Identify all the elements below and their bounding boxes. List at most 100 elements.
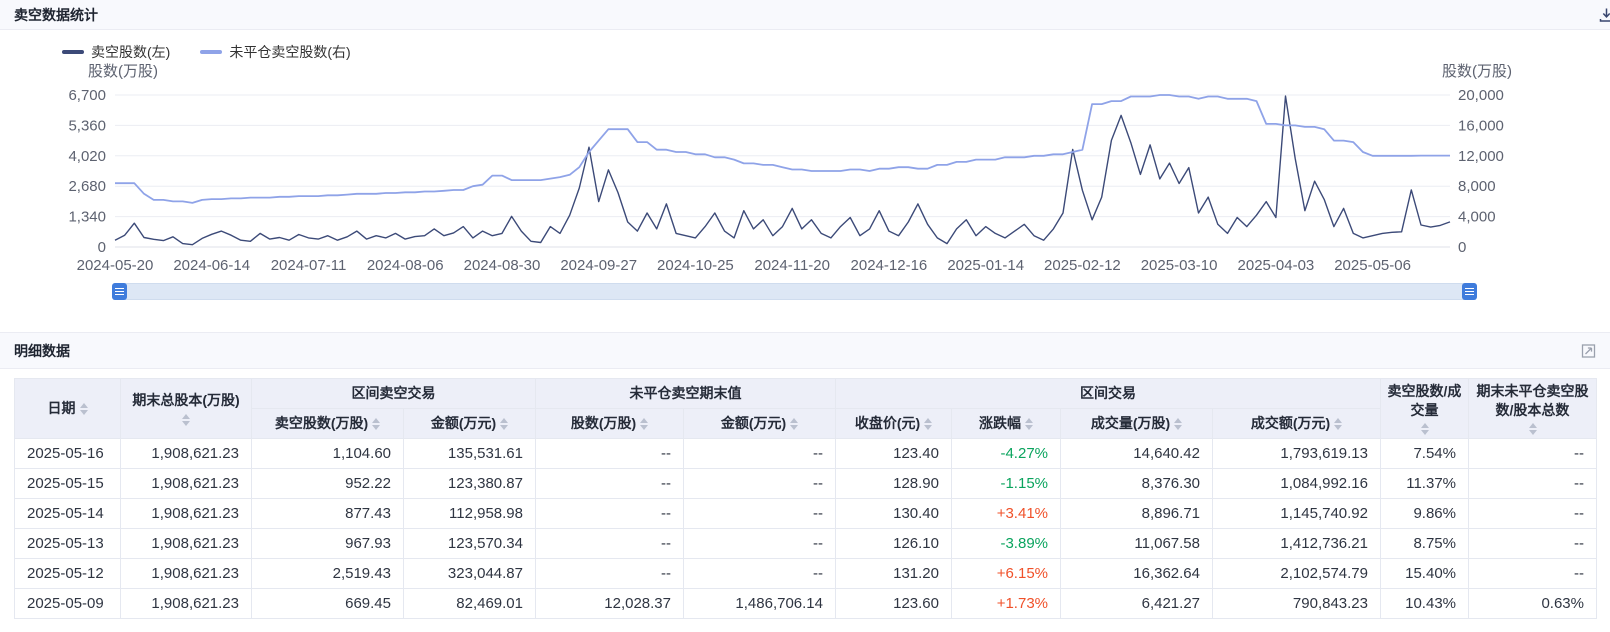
col-header-turnover[interactable]: 成交额(万元)	[1213, 409, 1381, 439]
cell-volume: 11,067.58	[1061, 529, 1213, 559]
cell-short_to_volume: 15.40%	[1381, 559, 1469, 589]
cell-turnover: 790,843.23	[1213, 589, 1381, 619]
cell-change_pct: +1.73%	[952, 589, 1061, 619]
sort-icon[interactable]	[372, 418, 380, 430]
detail-table: 日期期末总股本(万股)区间卖空交易未平仓卖空期末值区间交易卖空股数/成交量期末未…	[14, 378, 1597, 619]
cell-date: 2025-05-09	[15, 589, 121, 619]
x-axis-tick-label: 2024-09-27	[560, 257, 637, 274]
sort-icon[interactable]	[500, 418, 508, 430]
x-axis-tick-label: 2024-05-20	[77, 257, 154, 274]
col-header-label: 日期	[48, 399, 76, 417]
col-header-label: 股数(万股)	[571, 414, 636, 432]
x-axis-tick-label: 2024-08-06	[367, 257, 444, 274]
cell-open_amount: --	[684, 469, 836, 499]
cell-total_share_capital: 1,908,621.23	[121, 589, 252, 619]
sort-icon[interactable]	[1174, 418, 1182, 430]
cell-short_shares: 1,104.60	[252, 439, 404, 469]
table-row: 2025-05-161,908,621.231,104.60135,531.61…	[15, 439, 1597, 469]
cell-volume: 14,640.42	[1061, 439, 1213, 469]
series-open-short-shares	[115, 95, 1450, 203]
cell-date: 2025-05-14	[15, 499, 121, 529]
col-header-short_to_volume[interactable]: 卖空股数/成交量	[1381, 379, 1469, 439]
cell-short_shares: 952.22	[252, 469, 404, 499]
cell-date: 2025-05-16	[15, 439, 121, 469]
col-header-open_to_capital[interactable]: 期末未平仓卖空股数/股本总数	[1469, 379, 1597, 439]
cell-change_pct: -4.27%	[952, 439, 1061, 469]
collapse-icon[interactable]	[1581, 343, 1596, 358]
legend-marker	[200, 50, 222, 54]
cell-close_price: 130.40	[836, 499, 952, 529]
x-axis-tick-label: 2024-10-25	[657, 257, 734, 274]
legend-label: 卖空股数(左)	[91, 42, 170, 62]
cell-turnover: 1,084,992.16	[1213, 469, 1381, 499]
x-axis-tick-label: 2025-01-14	[947, 257, 1024, 274]
datazoom-slider[interactable]	[113, 283, 1476, 300]
col-header-total_share_capital[interactable]: 期末总股本(万股)	[121, 379, 252, 439]
col-header-open_shares[interactable]: 股数(万股)	[536, 409, 684, 439]
cell-open_shares: --	[536, 559, 684, 589]
sort-icon[interactable]	[790, 418, 798, 430]
detail-panel-title: 明细数据	[14, 341, 70, 361]
cell-volume: 6,421.27	[1061, 589, 1213, 619]
col-header-change_pct[interactable]: 涨跌幅	[952, 409, 1061, 439]
legend-label: 未平仓卖空股数(右)	[229, 42, 350, 62]
cell-short_to_volume: 10.43%	[1381, 589, 1469, 619]
cell-open_shares: 12,028.37	[536, 589, 684, 619]
cell-short_amount: 135,531.61	[404, 439, 536, 469]
cell-short_amount: 323,044.87	[404, 559, 536, 589]
col-header-close_price[interactable]: 收盘价(元)	[836, 409, 952, 439]
cell-total_share_capital: 1,908,621.23	[121, 499, 252, 529]
col-header-open_amount[interactable]: 金额(万元)	[684, 409, 836, 439]
datazoom-left-handle[interactable]	[112, 283, 127, 300]
cell-volume: 16,362.64	[1061, 559, 1213, 589]
table-row: 2025-05-141,908,621.23877.43112,958.98--…	[15, 499, 1597, 529]
table-row: 2025-05-121,908,621.232,519.43323,044.87…	[15, 559, 1597, 589]
col-header-label: 成交额(万元)	[1251, 414, 1330, 432]
left-axis-tick-label: 2,680	[68, 178, 106, 195]
cell-short_amount: 123,380.87	[404, 469, 536, 499]
legend-marker	[62, 50, 84, 54]
legend-item[interactable]: 卖空股数(左)	[62, 42, 170, 62]
col-header-label: 区间卖空交易	[352, 384, 436, 402]
short-selling-chart: 6,70020,0005,36016,0004,02012,0002,6808,…	[0, 30, 1610, 300]
sort-icon[interactable]	[924, 418, 932, 430]
x-axis-tick-label: 2024-12-16	[851, 257, 928, 274]
sort-icon[interactable]	[1025, 418, 1033, 430]
col-header-short_amount[interactable]: 金额(万元)	[404, 409, 536, 439]
datazoom-right-handle[interactable]	[1462, 283, 1477, 300]
short-selling-page: 卖空数据统计 卖空股数(左)未平仓卖空股数(右) 6,70020,0005,36…	[0, 0, 1610, 632]
sort-icon[interactable]	[1334, 418, 1342, 430]
sort-icon[interactable]	[1529, 423, 1537, 435]
x-axis-tick-label: 2025-04-03	[1238, 257, 1315, 274]
cell-total_share_capital: 1,908,621.23	[121, 559, 252, 589]
sort-icon[interactable]	[1421, 423, 1429, 435]
right-axis-title: 股数(万股)	[1442, 63, 1512, 80]
cell-open_to_capital: --	[1469, 469, 1597, 499]
right-axis-tick-label: 0	[1458, 239, 1466, 256]
left-axis-tick-label: 0	[98, 239, 106, 256]
cell-total_share_capital: 1,908,621.23	[121, 439, 252, 469]
cell-open_shares: --	[536, 439, 684, 469]
table-row: 2025-05-131,908,621.23967.93123,570.34--…	[15, 529, 1597, 559]
download-icon[interactable]	[1598, 6, 1610, 23]
table-row: 2025-05-091,908,621.23669.4582,469.0112,…	[15, 589, 1597, 619]
cell-open_to_capital: --	[1469, 499, 1597, 529]
cell-change_pct: -1.15%	[952, 469, 1061, 499]
col-header-short_shares[interactable]: 卖空股数(万股)	[252, 409, 404, 439]
sort-icon[interactable]	[80, 403, 88, 415]
col-header-volume[interactable]: 成交量(万股)	[1061, 409, 1213, 439]
sort-icon[interactable]	[182, 414, 190, 426]
right-axis-tick-label: 16,000	[1458, 117, 1504, 134]
cell-change_pct: -3.89%	[952, 529, 1061, 559]
col-header-label: 成交量(万股)	[1091, 414, 1170, 432]
legend-item[interactable]: 未平仓卖空股数(右)	[200, 42, 350, 62]
left-axis-tick-label: 4,020	[68, 148, 106, 165]
cell-close_price: 123.60	[836, 589, 952, 619]
x-axis-tick-label: 2024-11-20	[754, 257, 830, 274]
sort-icon[interactable]	[640, 418, 648, 430]
col-header-date[interactable]: 日期	[15, 379, 121, 439]
col-header-label: 金额(万元)	[431, 414, 496, 432]
cell-total_share_capital: 1,908,621.23	[121, 529, 252, 559]
cell-change_pct: +6.15%	[952, 559, 1061, 589]
chart-panel-header: 卖空数据统计	[0, 0, 1610, 30]
